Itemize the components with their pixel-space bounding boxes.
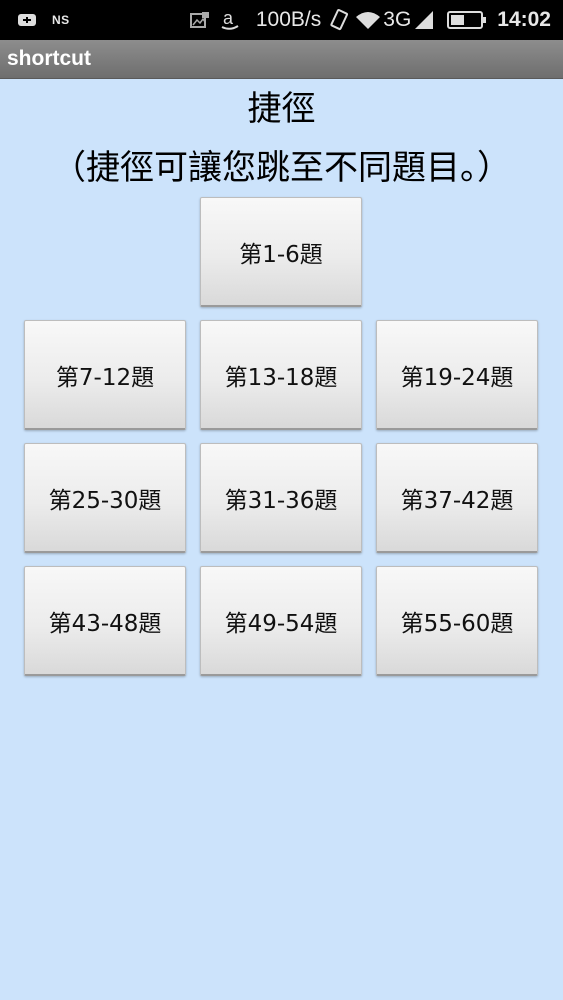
network-speed: 100B/s [255, 8, 322, 31]
shortcut-button-1-6[interactable]: 第1-6題 [200, 197, 362, 307]
app-title: shortcut [7, 47, 91, 70]
network-type: 3G [383, 8, 412, 31]
page-subheading: （捷徑可讓您跳至不同題目。） [52, 148, 511, 188]
shortcut-button-49-54[interactable]: 第49-54題 [200, 566, 362, 676]
wifi-icon [355, 10, 381, 30]
shortcut-button-31-36[interactable]: 第31-36題 [200, 443, 362, 553]
signal-icon [413, 9, 435, 31]
ns-notification: NS [52, 13, 70, 27]
shortcut-button-7-12[interactable]: 第7-12題 [24, 320, 186, 430]
usb-icon [18, 13, 36, 27]
amazon-icon: a [220, 9, 240, 31]
shortcut-button-55-60[interactable]: 第55-60題 [376, 566, 538, 676]
image-icon [189, 11, 210, 29]
shortcut-button-37-42[interactable]: 第37-42題 [376, 443, 538, 553]
svg-text:a: a [223, 9, 234, 28]
status-bar: NS a 100B/s 3G 14:02 [0, 0, 563, 40]
page-heading: 捷徑 [247, 89, 316, 129]
vibrate-icon [329, 8, 349, 32]
shortcut-button-19-24[interactable]: 第19-24題 [376, 320, 538, 430]
shortcut-button-25-30[interactable]: 第25-30題 [24, 443, 186, 553]
title-bar: shortcut [0, 40, 563, 79]
battery-icon [447, 10, 487, 30]
shortcut-button-43-48[interactable]: 第43-48題 [24, 566, 186, 676]
clock: 14:02 [497, 8, 551, 31]
shortcut-button-13-18[interactable]: 第13-18題 [200, 320, 362, 430]
